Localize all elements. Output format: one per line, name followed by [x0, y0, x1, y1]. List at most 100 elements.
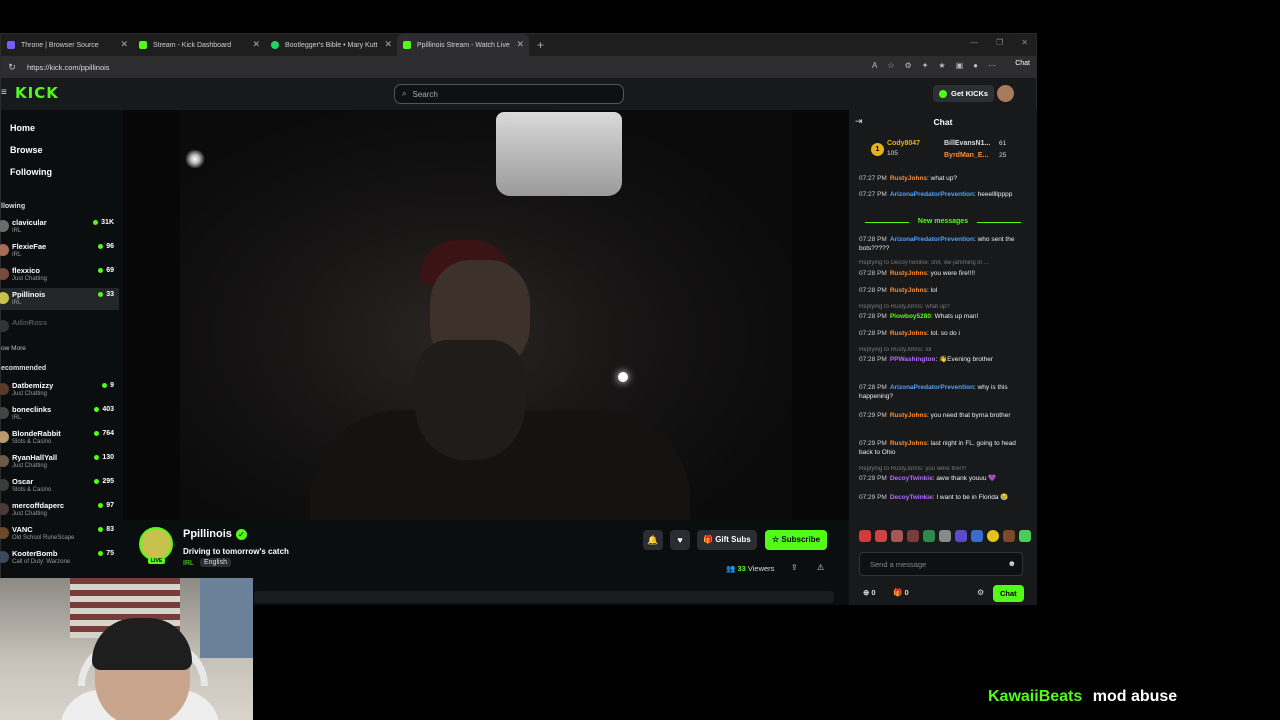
minimize-icon[interactable]: —	[970, 38, 978, 47]
stream-video[interactable]	[180, 110, 792, 520]
tab-ppillinois-stream[interactable]: Ppillinois Stream - Watch Live ✕	[397, 34, 529, 56]
extension-icon[interactable]: ⚙	[905, 61, 912, 70]
read-aloud-icon[interactable]: A	[872, 61, 877, 70]
sidebar-channel-flexiefae[interactable]: FlexieFae IRL 96	[0, 240, 119, 262]
chat-message: 07:28 PM PPWashington: 👋Evening brother	[859, 355, 1027, 364]
send-chat-button[interactable]: Chat	[993, 585, 1024, 602]
copilot-chat-button[interactable]: Chat	[1015, 60, 1030, 67]
message-user[interactable]: RustyJohns	[890, 440, 927, 447]
url-field[interactable]: https://kick.com/ppillinois	[23, 63, 110, 72]
message-user[interactable]: RustyJohns	[890, 270, 927, 277]
emoji-icon[interactable]: ☻	[1008, 559, 1016, 568]
sidebar-channel-kooterbomb[interactable]: KooterBomb Call of Duty: Warzone 75	[0, 547, 119, 569]
message-user[interactable]: Plowboy5280	[890, 313, 931, 320]
kicks-balance[interactable]: ⊕ 0	[863, 588, 876, 597]
viewer-count: 764	[94, 430, 114, 437]
favorite-star-icon[interactable]: ☆	[887, 61, 894, 70]
emote-icon[interactable]	[1003, 530, 1015, 542]
reply-context[interactable]: Replying to DecoyTwinkie: shit, we jammi…	[859, 260, 1027, 266]
gift-balance[interactable]: 🎁 0	[893, 588, 909, 597]
close-icon[interactable]: ✕	[120, 39, 128, 50]
emote-icon[interactable]	[987, 530, 999, 542]
category-link[interactable]: IRL	[183, 560, 194, 567]
message-user[interactable]: RustyJohns	[890, 287, 927, 294]
get-kicks-button[interactable]: Get KICKs	[933, 85, 995, 102]
tab-kick-dashboard[interactable]: Stream - Kick Dashboard ✕	[133, 34, 265, 56]
language-tag[interactable]: English	[200, 558, 231, 567]
sidebar-channel-ryanhallyall[interactable]: RyanHallYall Just Chatting 130	[0, 451, 119, 473]
message-user[interactable]: DecoyTwinkie	[890, 494, 933, 501]
streamer-name[interactable]: Ppillinois	[183, 528, 232, 540]
video-player[interactable]	[123, 110, 849, 520]
leader-name[interactable]: Cody8047	[887, 140, 920, 147]
emote-icon[interactable]	[923, 530, 935, 542]
nav-home[interactable]: Home	[10, 123, 35, 133]
close-icon[interactable]: ✕	[252, 39, 260, 50]
channel-category: Just Chatting	[12, 463, 48, 469]
more-icon[interactable]: ⋯	[988, 61, 996, 70]
kick-logo[interactable]: KICK	[15, 84, 59, 102]
sidebar-channel-clavicular[interactable]: clavicular IRL 31K	[0, 216, 119, 238]
show-more-button[interactable]: ow More	[1, 345, 26, 352]
gear-icon[interactable]: ⚙	[977, 588, 984, 597]
gift-subs-button[interactable]: 🎁 Gift Subs	[697, 530, 757, 550]
leader-name[interactable]: ByrdMan_E...	[944, 152, 988, 159]
report-icon[interactable]: ⚠	[817, 563, 824, 572]
emote-icon[interactable]	[891, 530, 903, 542]
emote-icon[interactable]	[955, 530, 967, 542]
reply-context[interactable]: Replying to RustyJohns: lol	[859, 347, 1027, 353]
emote-icon[interactable]	[875, 530, 887, 542]
reply-context[interactable]: Replying to RustyJohns: you were fire!!!…	[859, 466, 1027, 472]
menu-icon[interactable]: ≡	[1, 87, 7, 98]
reply-context[interactable]: Replying to RustyJohns: what up?	[859, 304, 1027, 310]
message-user[interactable]: ArizonaPredatorPrevention	[890, 191, 974, 198]
close-icon[interactable]: ✕	[516, 39, 524, 50]
leader-name[interactable]: BillEvansN1...	[944, 140, 990, 147]
recommended-section-title: ecommended	[1, 365, 47, 372]
favorites-icon[interactable]: ★	[938, 61, 945, 70]
message-user[interactable]: RustyJohns	[890, 412, 927, 419]
tab-spotify[interactable]: Bootlegger's Bible • Mary Kutt ✕	[265, 34, 397, 56]
sidebar-channel-ppillinois[interactable]: Ppillinois IRL 33	[0, 288, 119, 310]
tab-throne[interactable]: Throne | Browser Source ✕	[1, 34, 133, 56]
chat-header: ⇥ Chat	[849, 110, 1037, 132]
nav-browse[interactable]: Browse	[10, 145, 43, 155]
emote-icon[interactable]	[939, 530, 951, 542]
nav-following[interactable]: Following	[10, 167, 52, 177]
sidebar-channel-mercoffdaperc[interactable]: mercoffdaperc Just Chatting 97	[0, 499, 119, 521]
bell-icon[interactable]: 🔔	[643, 530, 663, 550]
emote-icon[interactable]	[1019, 530, 1031, 542]
chat-input[interactable]: Send a message ☻	[859, 552, 1023, 576]
message-user[interactable]: DecoyTwinkie	[890, 475, 933, 482]
sidebar-channel-adinross[interactable]: AdinRoss	[0, 316, 119, 338]
rank-one-icon: 1	[871, 143, 884, 156]
share-icon[interactable]: ⇪	[791, 563, 798, 572]
emote-icon[interactable]	[859, 530, 871, 542]
message-user[interactable]: PPWashington	[890, 356, 936, 363]
reload-icon[interactable]: ↻	[1, 62, 23, 73]
close-icon[interactable]: ✕	[384, 39, 392, 50]
user-avatar[interactable]	[997, 85, 1014, 102]
subscribe-button[interactable]: ☆ Subscribe	[765, 530, 828, 550]
restore-icon[interactable]: ❐	[996, 38, 1003, 47]
puzzle-icon[interactable]: ✦	[922, 61, 929, 70]
sidebar-channel-flexxico[interactable]: flexxico Just Chatting 69	[0, 264, 119, 286]
message-user[interactable]: RustyJohns	[890, 330, 927, 337]
search-input[interactable]: ⌕ Search	[394, 84, 624, 104]
sidebar-channel-blonderabbit[interactable]: BlondeRabbit Slots & Casino 764	[0, 427, 119, 449]
streamer-avatar[interactable]	[139, 527, 173, 561]
new-tab-button[interactable]: +	[529, 38, 552, 52]
emote-icon[interactable]	[971, 530, 983, 542]
sidebar-channel-oscar[interactable]: Oscar Slots & Casino 295	[0, 475, 119, 497]
close-window-icon[interactable]: ✕	[1021, 38, 1028, 47]
message-user[interactable]: ArizonaPredatorPrevention	[890, 384, 974, 391]
profile-icon[interactable]: ●	[973, 61, 978, 70]
emote-icon[interactable]	[907, 530, 919, 542]
heart-icon[interactable]: ♥	[670, 530, 690, 550]
collections-icon[interactable]: ▣	[956, 61, 964, 70]
sidebar-channel-vanc[interactable]: VANC Old School RuneScape 83	[0, 523, 119, 545]
message-user[interactable]: RustyJohns	[890, 175, 927, 182]
sidebar-channel-datbemizzy[interactable]: Datbemizzy Just Chatting 9	[0, 379, 119, 401]
message-user[interactable]: ArizonaPredatorPrevention	[890, 236, 974, 243]
sidebar-channel-boneclinks[interactable]: boneclinks IRL 403	[0, 403, 119, 425]
